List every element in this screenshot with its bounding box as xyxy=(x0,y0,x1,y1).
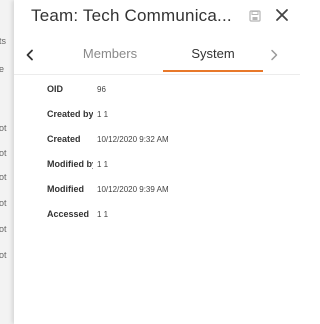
field-label: OID xyxy=(47,84,64,94)
field-value: 10/12/2020 9:32 AM xyxy=(97,135,169,144)
chevron-right-icon[interactable] xyxy=(267,48,281,62)
field-label: Modified xyxy=(47,184,84,194)
close-icon[interactable] xyxy=(275,8,289,22)
field-value: 1 1 xyxy=(97,160,109,169)
field-row-created: Created 10/12/2020 9:32 AM xyxy=(47,134,287,159)
background-text-fragment: ot xyxy=(0,250,7,260)
dialog-title: Team: Tech Communica... xyxy=(31,6,232,25)
background-text-fragment: ot xyxy=(0,172,7,182)
tab-members[interactable]: Members xyxy=(58,46,162,72)
background-text-fragment: ot xyxy=(0,123,7,133)
field-value: 10/12/2020 9:39 AM xyxy=(97,185,169,194)
field-label: Accessed xyxy=(47,209,90,219)
page: ts e ot ot ot ot ot ot Team: Tech Commun… xyxy=(0,0,300,324)
dialog-header: Team: Tech Communica... xyxy=(14,0,300,34)
background-text-fragment: ot xyxy=(0,198,7,208)
field-label: Created xyxy=(47,134,81,144)
field-label: Modified by xyxy=(47,159,93,169)
field-row-oid: OID 96 xyxy=(47,84,287,109)
background-text-fragment: ot xyxy=(0,224,7,234)
active-tab-indicator xyxy=(163,70,263,72)
tab-bar: Members System xyxy=(14,38,300,75)
background-app-strip: ts e ot ot ot ot ot ot xyxy=(0,0,14,324)
background-text-fragment: e xyxy=(0,64,5,74)
system-fields: OID 96 Created by 1 1 Created 10/12/2020… xyxy=(47,84,287,234)
field-row-modified-by: Modified by 1 1 xyxy=(47,159,287,184)
background-text-fragment: ts xyxy=(0,36,7,46)
tab-system[interactable]: System xyxy=(163,46,263,72)
field-value: 1 1 xyxy=(97,210,109,219)
field-row-created-by: Created by 1 1 xyxy=(47,109,287,134)
tab-divider xyxy=(14,74,300,75)
save-disk-icon[interactable] xyxy=(249,10,261,22)
background-text-fragment: ot xyxy=(0,148,7,158)
field-value: 1 1 xyxy=(97,110,109,119)
field-label: Created by xyxy=(47,109,93,119)
chevron-left-icon[interactable] xyxy=(23,48,37,62)
field-row-modified: Modified 10/12/2020 9:39 AM xyxy=(47,184,287,209)
field-value: 96 xyxy=(97,85,106,94)
field-row-accessed: Accessed 1 1 xyxy=(47,209,287,234)
team-dialog: Team: Tech Communica... Members System O… xyxy=(14,0,300,324)
